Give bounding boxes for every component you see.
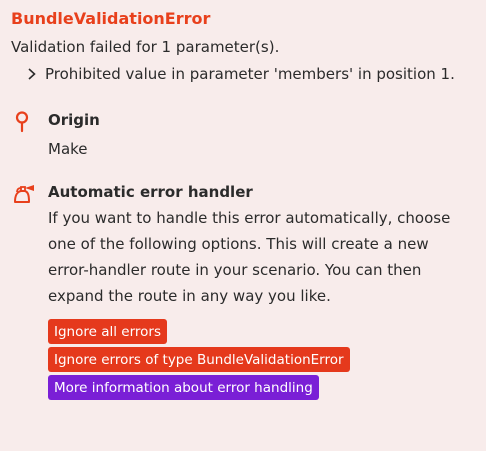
error-handler-description: If you want to handle this error automat…: [48, 209, 451, 305]
error-handler-actions: Ignore all errors Ignore errors of type …: [48, 319, 474, 400]
origin-value: Make: [48, 140, 88, 158]
error-detail-item[interactable]: Prohibited value in parameter 'members' …: [11, 62, 474, 86]
error-panel: BundleValidationError Validation failed …: [0, 0, 486, 451]
error-handler-section: Automatic error handler If you want to h…: [11, 181, 474, 400]
ignore-all-errors-button[interactable]: Ignore all errors: [48, 319, 167, 344]
origin-heading: Origin: [48, 111, 100, 129]
error-message: Validation failed for 1 parameter(s).: [11, 38, 280, 56]
origin-section: Origin Make: [11, 109, 474, 161]
fire-extinguisher-icon: [12, 182, 36, 210]
error-handler-heading: Automatic error handler: [48, 183, 253, 201]
error-detail-text: Prohibited value in parameter 'members' …: [45, 65, 455, 83]
chevron-right-icon: [27, 62, 45, 86]
pin-icon: [14, 111, 30, 137]
more-information-button[interactable]: More information about error handling: [48, 375, 319, 400]
error-title: BundleValidationError: [11, 9, 211, 28]
ignore-errors-of-type-button[interactable]: Ignore errors of type BundleValidationEr…: [48, 347, 350, 372]
